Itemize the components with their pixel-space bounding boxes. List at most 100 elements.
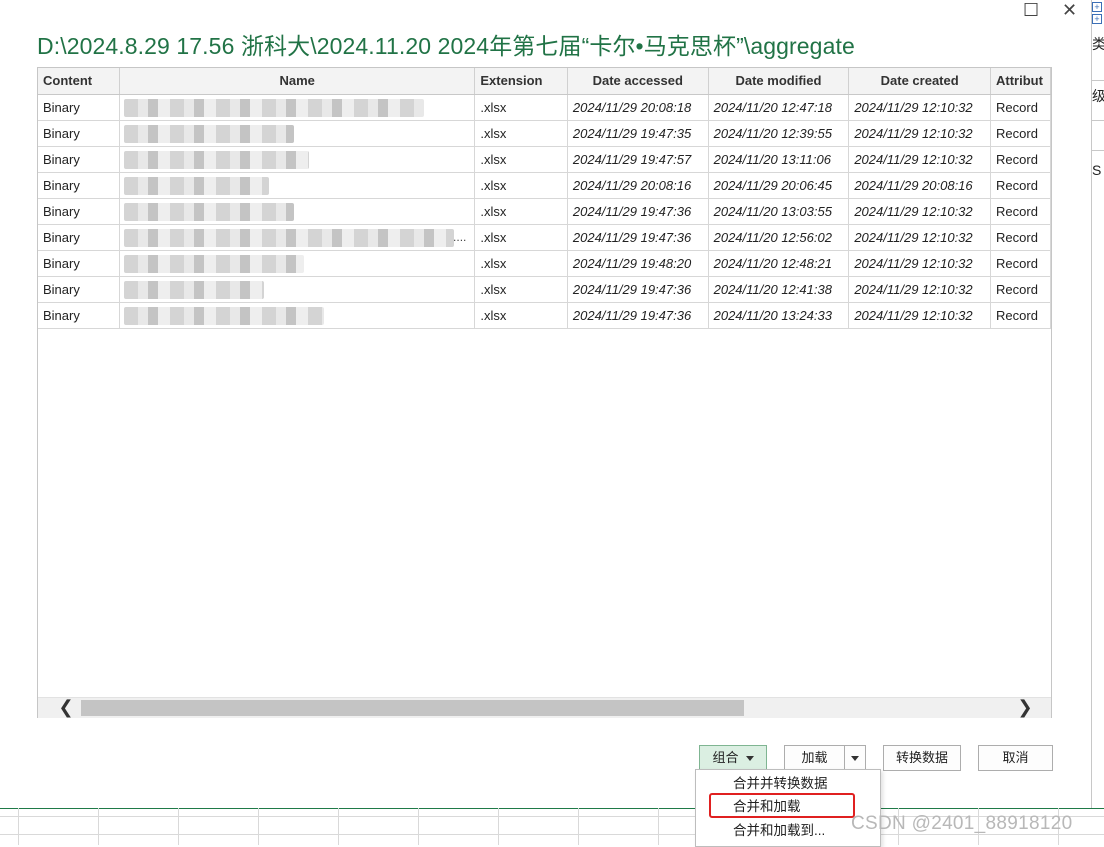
- table-row[interactable]: Binary .xlsx 2024/11/29 20:08:18 2024/11/20…: [38, 94, 1051, 121]
- cell-date-modified: 2024/11/20 12:41:38: [708, 276, 850, 303]
- cell-content: Binary: [38, 198, 120, 225]
- cell-date-accessed: 2024/11/29 19:47:36: [567, 276, 709, 303]
- cell-extension: .xlsx: [474, 302, 568, 329]
- cell-date-modified: 2024/11/20 12:56:02: [708, 224, 850, 251]
- cell-extension: .xlsx: [474, 120, 568, 147]
- filename-text: ....: [453, 229, 467, 244]
- cell-name: [119, 198, 476, 225]
- cell-extension: .xlsx: [474, 198, 568, 225]
- close-icon[interactable]: ✕: [1062, 0, 1077, 21]
- cell-date-created: 2024/11/29 12:10:32: [848, 198, 992, 225]
- column-header-name[interactable]: Name: [119, 68, 476, 95]
- cell-name: [119, 120, 476, 147]
- table-row[interactable]: Binary .xlsx 2024/11/29 19:47:36 2024/11/20…: [38, 302, 1051, 329]
- cell-date-modified: 2024/11/20 13:24:33: [708, 302, 850, 329]
- file-table: Content Name Extension Date accessed Dat…: [38, 68, 1051, 329]
- scroll-right-icon[interactable]: ❯: [1015, 698, 1035, 718]
- expand-plus-icon[interactable]: +: [1092, 2, 1102, 12]
- load-dropdown-button[interactable]: [844, 745, 866, 771]
- table-row[interactable]: Binary .xlsx 2024/11/29 19:47:35 2024/11/20…: [38, 120, 1051, 147]
- cell-content: Binary: [38, 146, 120, 173]
- column-header-date-accessed[interactable]: Date accessed: [567, 68, 709, 95]
- combine-button-label: 组合: [712, 750, 739, 765]
- cell-date-created: 2024/11/29 12:10:32: [848, 94, 992, 121]
- cell-name: [119, 146, 476, 173]
- cell-attributes: Record: [990, 198, 1051, 225]
- cell-extension: .xlsx: [474, 250, 568, 277]
- cell-extension: .xlsx: [474, 146, 568, 173]
- cell-date-accessed: 2024/11/29 19:47:36: [567, 302, 709, 329]
- cell-attributes: Record: [990, 302, 1051, 329]
- load-button[interactable]: 加载: [784, 745, 845, 771]
- cell-name: [119, 172, 476, 199]
- cell-attributes: Record: [990, 94, 1051, 121]
- expand-plus-icon[interactable]: +: [1092, 14, 1102, 24]
- table-header-row: Content Name Extension Date accessed Dat…: [38, 68, 1051, 95]
- menu-item-combine-transform[interactable]: 合并并转换数据: [696, 772, 880, 795]
- table-row[interactable]: Binary .xlsx 2024/11/29 19:47:57 2024/11/20…: [38, 146, 1051, 173]
- watermark: CSDN @2401_88918120: [851, 813, 1073, 834]
- column-header-extension[interactable]: Extension: [474, 68, 568, 95]
- column-header-date-modified[interactable]: Date modified: [708, 68, 850, 95]
- table-row[interactable]: Binary.... .xlsx 2024/11/29 19:47:36 2024/1…: [38, 224, 1051, 251]
- cell-date-modified: 2024/11/20 13:03:55: [708, 198, 850, 225]
- transform-data-button[interactable]: 转换数据: [883, 745, 961, 771]
- cell-attributes: Record: [990, 146, 1051, 173]
- cell-extension: .xlsx: [474, 276, 568, 303]
- cell-date-modified: 2024/11/20 13:11:06: [708, 146, 850, 173]
- cell-date-accessed: 2024/11/29 19:47:36: [567, 198, 709, 225]
- cell-attributes: Record: [990, 276, 1051, 303]
- cell-content: Binary: [38, 276, 120, 303]
- horizontal-scrollbar[interactable]: ❮ ❯: [38, 697, 1051, 718]
- side-divider: [1091, 150, 1104, 151]
- cell-content: Binary: [38, 302, 120, 329]
- cell-name: [119, 302, 476, 329]
- table-row[interactable]: Binary .xlsx 2024/11/29 19:47:36 2024/11/20…: [38, 198, 1051, 225]
- combine-dropdown-button[interactable]: 组合: [699, 745, 767, 771]
- maximize-icon[interactable]: ☐: [1023, 0, 1039, 21]
- cell-date-modified: 2024/11/20 12:39:55: [708, 120, 850, 147]
- file-list-grid: Content Name Extension Date accessed Dat…: [37, 67, 1052, 718]
- side-text: 级: [1092, 88, 1104, 104]
- cell-content: Binary: [38, 172, 120, 199]
- scroll-left-icon[interactable]: ❮: [56, 698, 76, 718]
- cell-date-created: 2024/11/29 12:10:32: [848, 276, 992, 303]
- cell-content: Binary: [38, 250, 120, 277]
- highlight-box: [709, 793, 855, 818]
- cell-content: Binary: [38, 94, 120, 121]
- cell-date-accessed: 2024/11/29 19:48:20: [567, 250, 709, 277]
- redacted-filename: [123, 150, 309, 169]
- cell-date-created: 2024/11/29 12:10:32: [848, 120, 992, 147]
- cell-date-accessed: 2024/11/29 19:47:57: [567, 146, 709, 173]
- cell-date-modified: 2024/11/20 12:47:18: [708, 94, 850, 121]
- cell-date-created: 2024/11/29 12:10:32: [848, 224, 992, 251]
- cell-date-accessed: 2024/11/29 19:47:36: [567, 224, 709, 251]
- redacted-filename: [123, 254, 304, 273]
- side-divider: [1091, 120, 1104, 121]
- cell-date-created: 2024/11/29 12:10:32: [848, 250, 992, 277]
- scrollbar-thumb[interactable]: [81, 700, 744, 716]
- cell-extension: .xlsx: [474, 224, 568, 251]
- table-row[interactable]: Binary .xlsx 2024/11/29 19:48:20 2024/11/20…: [38, 250, 1051, 277]
- table-row[interactable]: Binary .xlsx 2024/11/29 20:08:16 2024/11/29…: [38, 172, 1051, 199]
- chevron-down-icon: [745, 756, 754, 762]
- side-divider: [1091, 80, 1104, 81]
- column-header-content[interactable]: Content: [38, 68, 120, 95]
- cell-date-created: 2024/11/29 20:08:16: [848, 172, 992, 199]
- redacted-filename: [123, 280, 264, 299]
- cancel-button[interactable]: 取消: [978, 745, 1053, 771]
- redacted-filename: [123, 228, 454, 247]
- cell-extension: .xlsx: [474, 94, 568, 121]
- table-row[interactable]: Binary .xlsx 2024/11/29 19:47:36 2024/11/20…: [38, 276, 1051, 303]
- redacted-filename: [123, 124, 294, 143]
- combine-files-dialog: ☐ ✕ D:\2024.8.29 17.56 浙科大\2024.11.20 20…: [0, 0, 1091, 808]
- cell-date-accessed: 2024/11/29 20:08:16: [567, 172, 709, 199]
- cell-attributes: Record: [990, 224, 1051, 251]
- redacted-filename: [123, 202, 294, 221]
- cell-date-modified: 2024/11/20 12:48:21: [708, 250, 850, 277]
- cell-content: Binary: [38, 224, 120, 251]
- column-header-attributes[interactable]: Attribut: [990, 68, 1051, 95]
- side-text: S: [1092, 162, 1102, 178]
- column-header-date-created[interactable]: Date created: [848, 68, 992, 95]
- cell-name: ....: [119, 224, 476, 251]
